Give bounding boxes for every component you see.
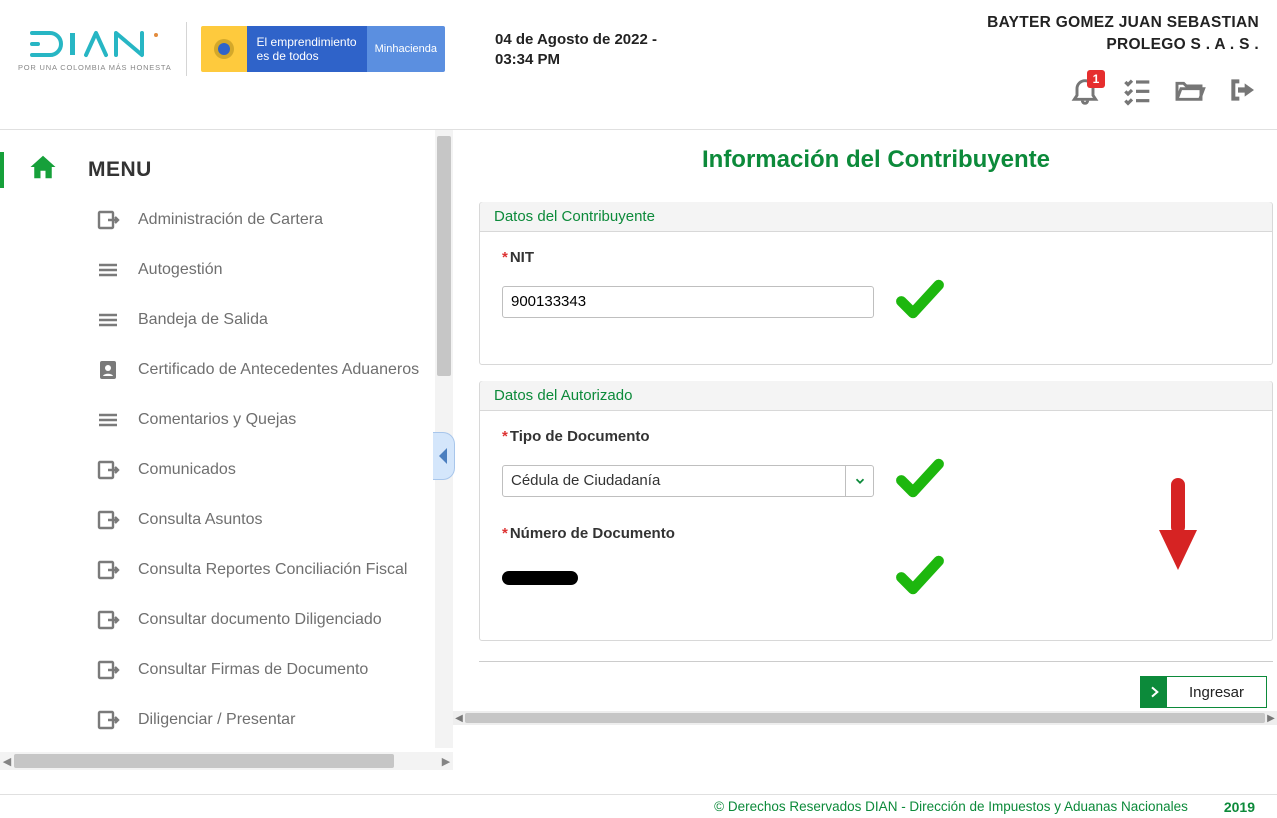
- check-icon: [892, 271, 948, 332]
- sidebar-item-comentarios[interactable]: Comentarios y Quejas: [96, 395, 423, 445]
- lines-icon: [96, 308, 120, 332]
- tipo-doc-label: *Tipo de Documento: [502, 428, 1250, 445]
- sidebar-item-firmas-doc[interactable]: Consultar Firmas de Documento: [96, 645, 423, 695]
- exit-icon: [96, 658, 120, 682]
- sidebar-item-bandeja-salida[interactable]: Bandeja de Salida: [96, 295, 423, 345]
- sidebar-item-comunicados[interactable]: Comunicados: [96, 445, 423, 495]
- header-time: 03:34 PM: [495, 50, 657, 70]
- sidebar: MENU Administración de Cartera Autogesti…: [0, 130, 453, 770]
- check-icon: [892, 450, 948, 511]
- tasks-icon[interactable]: [1119, 74, 1153, 111]
- nit-input[interactable]: [502, 286, 874, 318]
- header-user-name: BAYTER GOMEZ JUAN SEBASTIAN: [987, 12, 1259, 34]
- sidebar-label: Diligenciar / Presentar: [138, 711, 295, 729]
- collapse-handle[interactable]: [433, 432, 455, 480]
- legend-autorizado: Datos del Autorizado: [480, 381, 1272, 411]
- check-icon: [892, 547, 948, 608]
- footer-year: 2019: [1224, 799, 1255, 815]
- sidebar-item-doc-diligenciado[interactable]: Consultar documento Diligenciado: [96, 595, 423, 645]
- gov-emblem-icon: [201, 26, 247, 72]
- sidebar-label: Certificado de Antecedentes Aduaneros: [138, 361, 419, 379]
- sidebar-label: Consulta Asuntos: [138, 511, 263, 529]
- sidebar-item-consulta-asuntos[interactable]: Consulta Asuntos: [96, 495, 423, 545]
- sidebar-label: Consultar Firmas de Documento: [138, 661, 368, 679]
- numdoc-label: *Número de Documento: [502, 525, 1250, 542]
- folder-icon[interactable]: [1171, 74, 1207, 111]
- main-horizontal-scrollbar[interactable]: ◀ ▶: [453, 711, 1277, 725]
- sidebar-item-diligenciar-presentar[interactable]: Diligenciar / Presentar: [96, 695, 423, 745]
- chevron-down-icon: [845, 466, 873, 496]
- nit-label: *NIT: [502, 249, 1250, 266]
- divider: [186, 22, 187, 76]
- sidebar-label: Comentarios y Quejas: [138, 411, 296, 429]
- annotation-arrow-icon: [1153, 474, 1203, 579]
- exit-icon: [96, 508, 120, 532]
- chevron-right-icon: [1141, 677, 1167, 707]
- menu-title: MENU: [88, 158, 152, 182]
- redacted-value: [502, 571, 578, 585]
- sidebar-item-antecedentes[interactable]: Certificado de Antecedentes Aduaneros: [96, 345, 423, 395]
- sidebar-label: Autogestión: [138, 261, 223, 279]
- sidebar-horizontal-scrollbar[interactable]: ◀ ▶: [0, 752, 453, 770]
- numdoc-input[interactable]: [502, 571, 874, 585]
- notifications-badge: 1: [1087, 70, 1105, 88]
- main-panel: Información del Contribuyente Datos del …: [453, 130, 1277, 792]
- sidebar-label: Consulta Reportes Conciliación Fiscal: [138, 561, 407, 579]
- legend-contribuyente: Datos del Contribuyente: [480, 202, 1272, 232]
- page-title: Información del Contribuyente: [479, 146, 1273, 174]
- footer-copy: © Derechos Reservados DIAN - Dirección d…: [714, 799, 1188, 814]
- gov-text-1: El emprendimiento: [257, 35, 357, 49]
- header-datetime: 04 de Agosto de 2022 - 03:34 PM: [495, 30, 657, 71]
- header-user: BAYTER GOMEZ JUAN SEBASTIAN PROLEGO S . …: [987, 12, 1259, 55]
- exit-icon: [96, 708, 120, 732]
- exit-icon: [96, 558, 120, 582]
- sidebar-item-autogestion[interactable]: Autogestión: [96, 245, 423, 295]
- tipo-doc-value: Cédula de Ciudadanía: [511, 472, 660, 489]
- tipo-doc-select[interactable]: Cédula de Ciudadanía: [502, 465, 874, 497]
- home-icon[interactable]: [28, 152, 58, 187]
- sidebar-item-reportes-fiscal[interactable]: Consulta Reportes Conciliación Fiscal: [96, 545, 423, 595]
- exit-icon: [96, 208, 120, 232]
- divider: [479, 661, 1273, 662]
- logout-icon[interactable]: [1225, 74, 1259, 111]
- sidebar-label: Comunicados: [138, 461, 236, 479]
- lines-icon: [96, 408, 120, 432]
- sidebar-item-admin-cartera[interactable]: Administración de Cartera: [96, 195, 423, 245]
- footer: © Derechos Reservados DIAN - Dirección d…: [0, 794, 1277, 818]
- gov-text-2: es de todos: [257, 49, 357, 63]
- dian-slogan: POR UNA COLOMBIA MÁS HONESTA: [18, 63, 172, 72]
- header-user-org: PROLEGO S . A . S .: [987, 34, 1259, 56]
- fieldset-contribuyente: Datos del Contribuyente *NIT: [479, 202, 1273, 365]
- dian-logo: POR UNA COLOMBIA MÁS HONESTA: [18, 27, 172, 72]
- gov-badge: El emprendimiento es de todos Minhaciend…: [201, 26, 445, 72]
- sidebar-label: Administración de Cartera: [138, 211, 323, 229]
- ingresar-label: Ingresar: [1167, 684, 1266, 701]
- lines-icon: [96, 258, 120, 282]
- notifications-icon[interactable]: 1: [1069, 74, 1101, 111]
- badge-icon: [96, 358, 120, 382]
- header: POR UNA COLOMBIA MÁS HONESTA El emprendi…: [0, 0, 1277, 130]
- gov-minhacienda: Minhacienda: [367, 26, 445, 72]
- header-date: 04 de Agosto de 2022 -: [495, 30, 657, 50]
- exit-icon: [96, 458, 120, 482]
- sidebar-label: Consultar documento Diligenciado: [138, 611, 382, 629]
- sidebar-label: Bandeja de Salida: [138, 311, 268, 329]
- exit-icon: [96, 608, 120, 632]
- ingresar-button[interactable]: Ingresar: [1140, 676, 1267, 708]
